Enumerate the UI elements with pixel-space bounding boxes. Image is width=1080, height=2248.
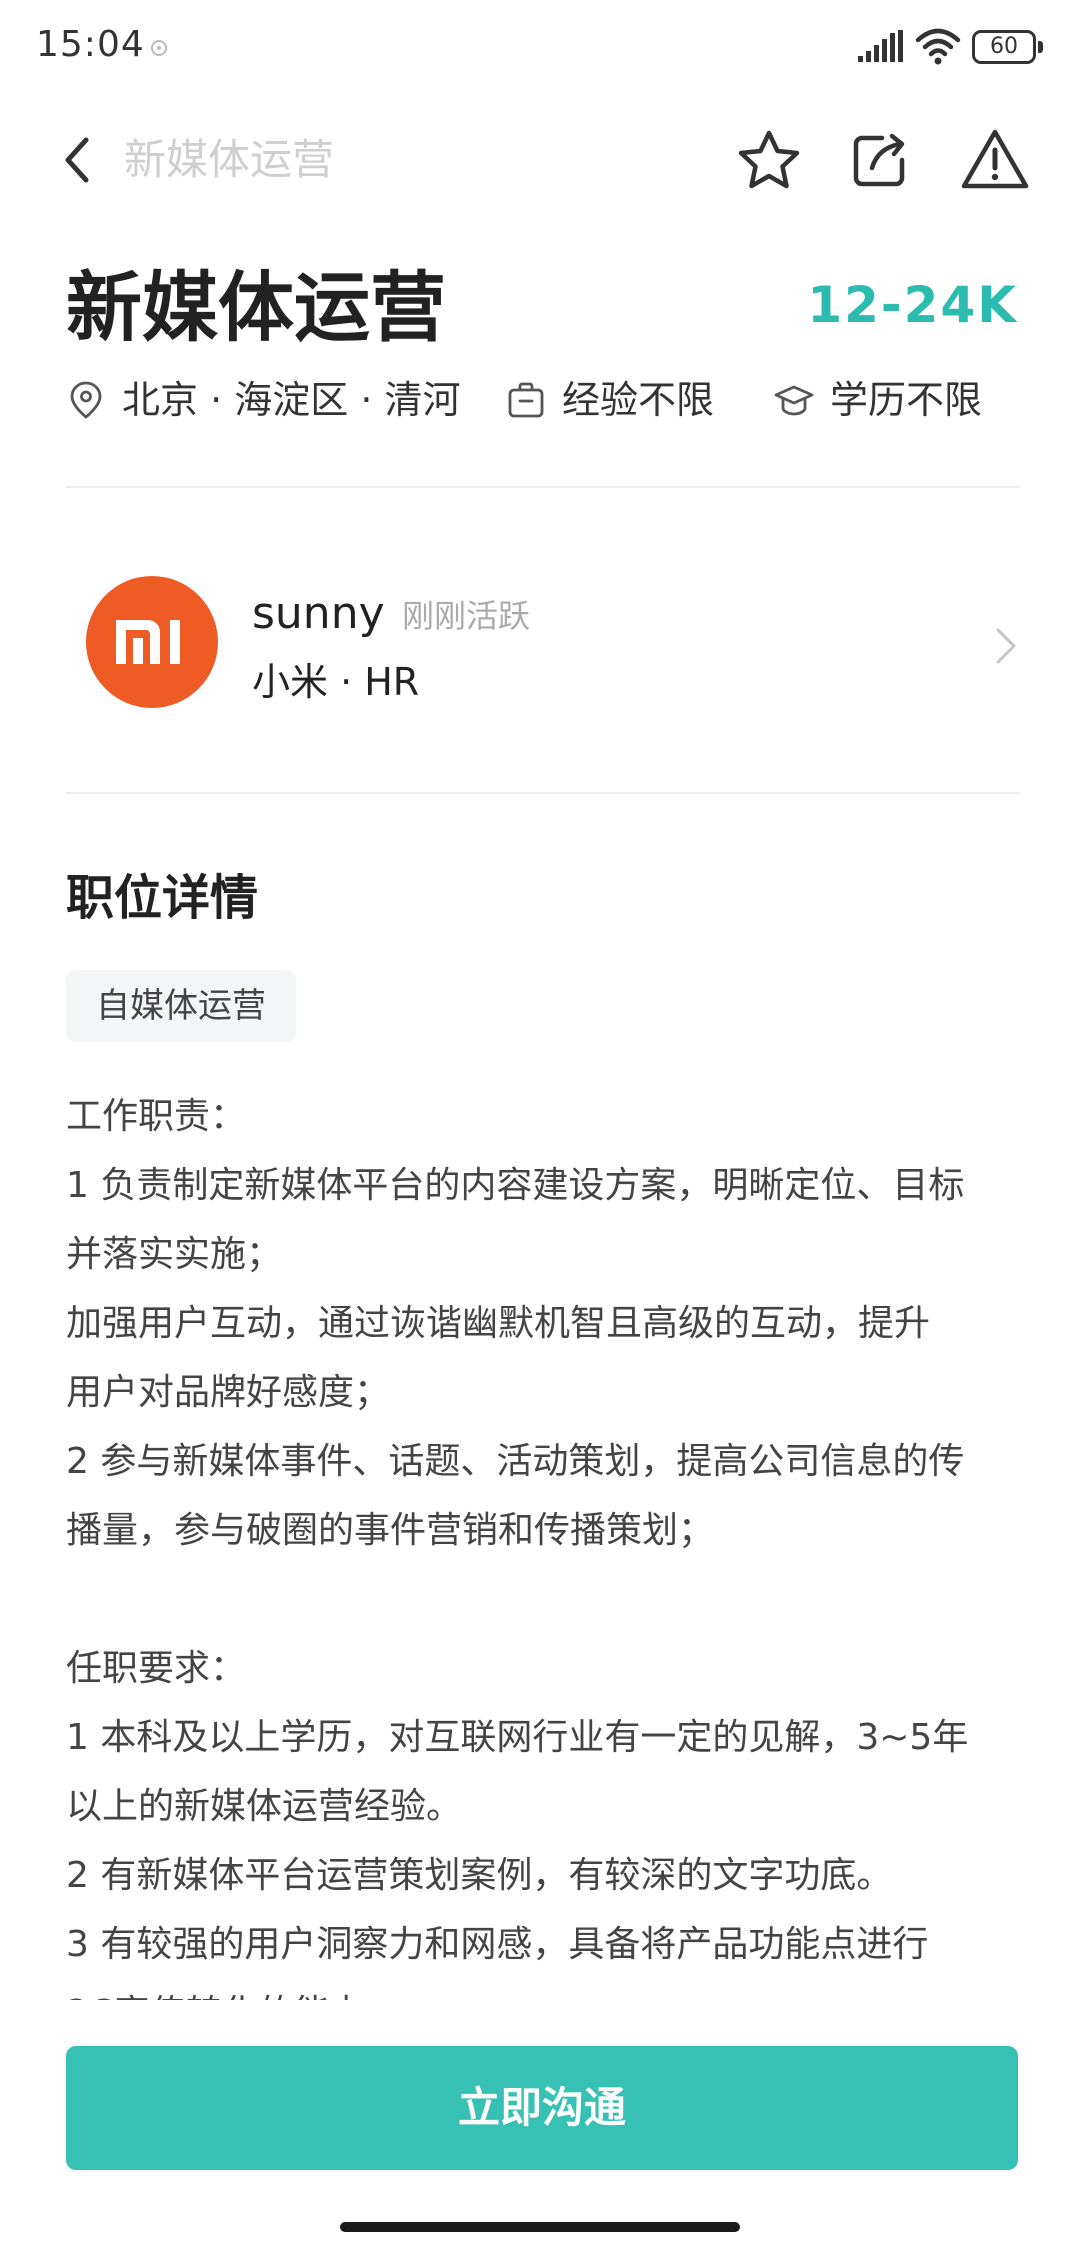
share-icon[interactable] bbox=[848, 128, 914, 192]
job-experience: 经验不限 bbox=[506, 372, 746, 428]
description-line: 并落实实施； bbox=[66, 1234, 283, 1275]
divider bbox=[66, 792, 1020, 794]
description-line: 2 有新媒体平台运营策划案例，有较深的文字功底。 bbox=[66, 1855, 893, 1896]
experience-text: 经验不限 bbox=[562, 378, 715, 422]
divider bbox=[66, 486, 1020, 488]
location-pin-icon bbox=[70, 381, 102, 419]
job-title: 新媒体运营 bbox=[66, 263, 446, 352]
section-title-job-details: 职位详情 bbox=[66, 870, 259, 926]
header: 新媒体运营 bbox=[0, 110, 1080, 210]
description-line: 2C宣传转化的能力 bbox=[66, 1979, 1026, 2000]
description-line: 3 有较强的用户洞察力和网感，具备将产品功能点进行 bbox=[66, 1924, 929, 1965]
job-description: 工作职责： 1 负责制定新媒体平台的内容建设方案，明晰定位、目标 并落实实施； 加强用… bbox=[66, 1082, 1026, 2000]
star-icon[interactable] bbox=[736, 128, 802, 192]
description-line bbox=[66, 1565, 1026, 1634]
notification-icon bbox=[151, 40, 167, 56]
description-line: 工作职责： bbox=[66, 1096, 247, 1137]
back-icon[interactable] bbox=[56, 132, 100, 188]
job-education: 学历不限 bbox=[774, 372, 1024, 428]
education-text: 学历不限 bbox=[830, 378, 983, 422]
report-icon[interactable] bbox=[960, 126, 1030, 192]
job-meta: 北京 · 海淀区 · 清河 经验不限 学历不限 bbox=[66, 372, 1026, 428]
chat-now-button[interactable]: 立即沟通 bbox=[66, 2046, 1018, 2170]
description-line: 任职要求： bbox=[66, 1648, 247, 1689]
recruiter-active-status: 刚刚活跃 bbox=[402, 597, 531, 635]
salary: 12-24K bbox=[807, 276, 1018, 334]
location-text: 北京 · 海淀区 · 清河 bbox=[122, 378, 461, 422]
wifi-icon bbox=[915, 28, 961, 65]
battery-level: 60 bbox=[990, 34, 1018, 59]
header-title: 新媒体运营 bbox=[124, 135, 335, 184]
description-line: 加强用户互动，通过诙谐幽默机智且高级的互动，提升 bbox=[66, 1303, 931, 1344]
description-line: 用户对品牌好感度； bbox=[66, 1372, 391, 1413]
job-location: 北京 · 海淀区 · 清河 bbox=[66, 372, 466, 428]
battery-icon: 60 bbox=[972, 30, 1044, 64]
description-line: 播量，参与破圈的事件营销和传播策划； bbox=[66, 1510, 715, 1551]
description-line: 2 参与新媒体事件、话题、活动策划，提高公司信息的传 bbox=[66, 1441, 965, 1482]
recruiter-name: sunny bbox=[252, 588, 385, 639]
description-line: 1 负责制定新媒体平台的内容建设方案，明晰定位、目标 bbox=[66, 1165, 965, 1206]
home-indicator[interactable] bbox=[340, 2222, 740, 2232]
signal-icon bbox=[858, 30, 903, 62]
chevron-right-icon bbox=[996, 628, 1016, 664]
recruiter-card[interactable]: sunny 刚刚活跃 小米 · HR bbox=[0, 560, 1080, 730]
status-bar: 15:04 60 bbox=[0, 0, 1080, 96]
status-time: 15:04 bbox=[36, 24, 145, 65]
recruiter-company: 小米 · HR bbox=[252, 660, 420, 704]
mi-logo-avatar bbox=[86, 576, 218, 708]
description-line: 1 本科及以上学历，对互联网行业有一定的见解，3~5年 bbox=[66, 1717, 969, 1758]
briefcase-icon bbox=[508, 382, 544, 418]
graduation-cap-icon bbox=[774, 385, 814, 416]
job-tag: 自媒体运营 bbox=[66, 970, 296, 1042]
description-line: 以上的新媒体运营经验。 bbox=[66, 1786, 463, 1827]
